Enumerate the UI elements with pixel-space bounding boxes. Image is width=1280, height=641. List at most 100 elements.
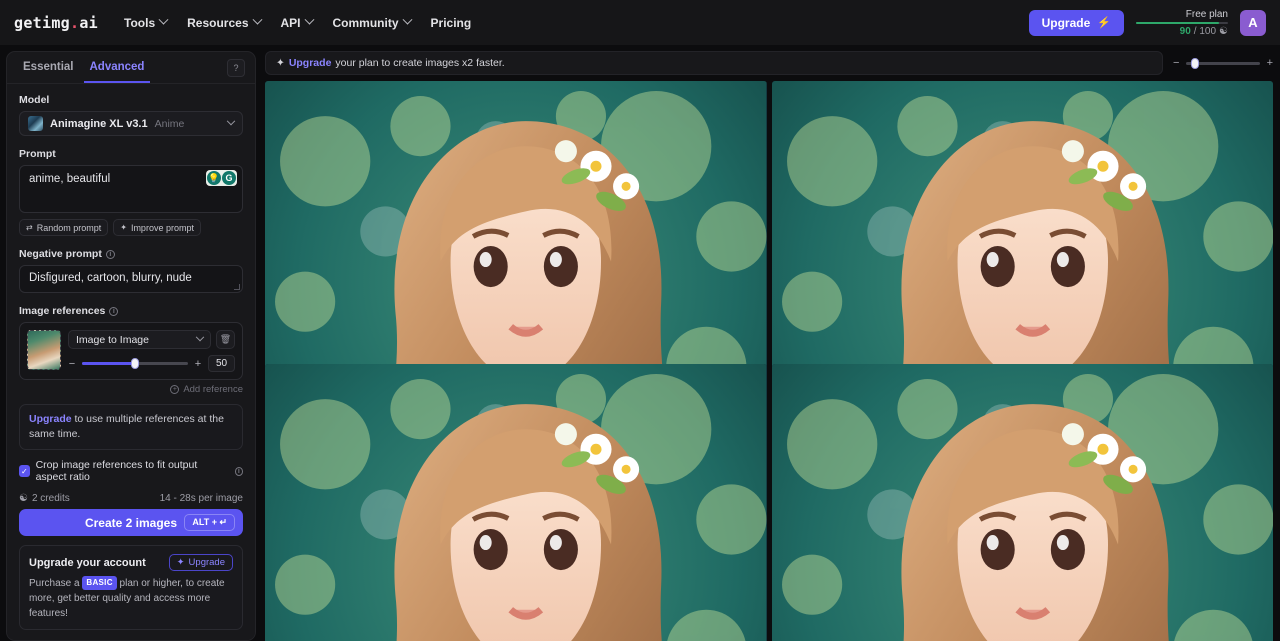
generated-image-3[interactable] — [265, 363, 767, 641]
strength-slider[interactable] — [82, 358, 188, 369]
model-label: Model — [19, 94, 50, 106]
image-results-grid — [265, 81, 1273, 641]
model-name: Animagine XL v3.1 — [50, 117, 148, 130]
crop-references-row: ✓ Crop image references to fit output as… — [19, 459, 243, 483]
model-tag: Anime — [154, 117, 185, 130]
help-button[interactable]: ? — [227, 58, 245, 77]
plan-credits-total: / 100 — [1193, 25, 1217, 37]
app-root: getimg.ai Tools Resources API Community … — [0, 0, 1280, 641]
create-images-button[interactable]: Create 2 images ALT + ↵ — [19, 509, 243, 536]
upgrade-account-card: Upgrade your account ✦ Upgrade Purchase … — [19, 545, 243, 630]
negative-prompt-input[interactable]: Disfigured, cartoon, blurry, nude — [19, 265, 243, 293]
zoom-in-button[interactable]: + — [1267, 57, 1273, 69]
settings-panel: Essential Advanced ? Model Animagine XL … — [6, 51, 256, 641]
nav-label: Pricing — [430, 15, 472, 30]
main-content: ✦ Upgrade your plan to create images x2 … — [262, 45, 1280, 641]
nav-label: API — [280, 15, 301, 30]
add-reference-button[interactable]: + Add reference — [170, 384, 243, 395]
account-text-1: Purchase a — [29, 578, 83, 589]
prompt-input[interactable]: anime, beautiful 💡 G — [19, 165, 243, 213]
prompt-value: anime, beautiful — [29, 173, 111, 185]
main-nav-items: Tools Resources API Community Pricing — [124, 14, 472, 30]
banner-text: your plan to create images x2 faster. — [335, 57, 505, 69]
crop-references-checkbox[interactable]: ✓ — [19, 465, 30, 478]
tab-advanced[interactable]: Advanced — [83, 52, 151, 83]
question-mark-icon: ? — [233, 62, 239, 73]
nav-item-api[interactable]: API — [280, 14, 314, 30]
reference-mode-select[interactable]: Image to Image — [68, 330, 211, 349]
nav-item-tools[interactable]: Tools — [124, 14, 169, 30]
bolt-icon: ✦ — [276, 57, 285, 69]
upsell-upgrade-link[interactable]: Upgrade — [29, 413, 72, 425]
random-prompt-button[interactable]: ⇄ Random prompt — [19, 219, 109, 236]
logo-text-tld: ai — [79, 13, 99, 32]
grammarly-icon[interactable]: G — [222, 171, 236, 185]
plan-usage[interactable]: Free plan 90 / 100 ☯ — [1136, 9, 1228, 37]
model-select[interactable]: Animagine XL v3.1 Anime — [19, 111, 243, 136]
tab-essential[interactable]: Essential — [17, 52, 80, 83]
site-logo[interactable]: getimg.ai — [14, 14, 98, 32]
nav-item-pricing[interactable]: Pricing — [431, 16, 472, 30]
upgrade-account-title: Upgrade your account — [29, 556, 146, 569]
image-references-label-text: Image references — [19, 305, 106, 317]
upgrade-account-header: Upgrade your account ✦ Upgrade — [29, 554, 233, 571]
info-icon[interactable]: i — [105, 249, 115, 259]
nav-item-resources[interactable]: Resources — [187, 14, 262, 30]
nav-right-cluster: Upgrade ⚡ Free plan 90 / 100 ☯ A — [1028, 9, 1266, 37]
settings-tabs: Essential Advanced ? — [7, 52, 255, 84]
plan-progress-bar — [1136, 21, 1228, 24]
logo-dot: . — [70, 13, 80, 32]
upgrade-button[interactable]: Upgrade ⚡ — [1028, 9, 1124, 36]
slider-handle[interactable] — [130, 358, 139, 369]
bolt-icon: ⚡ — [1097, 17, 1111, 29]
improve-prompt-button[interactable]: ✦ Improve prompt — [113, 219, 201, 236]
generated-image-4[interactable] — [771, 363, 1273, 641]
top-navigation-bar: getimg.ai Tools Resources API Community … — [0, 0, 1280, 45]
account-upgrade-label: Upgrade — [188, 557, 225, 568]
negative-prompt-value: Disfigured, cartoon, blurry, nude — [29, 272, 192, 284]
add-reference-label: Add reference — [183, 384, 243, 395]
chevron-down-icon — [158, 14, 169, 25]
prompt-assistant-icons: 💡 G — [206, 170, 237, 186]
shuffle-icon: ⇄ — [26, 223, 33, 232]
increment-button[interactable]: + — [194, 358, 202, 370]
lightbulb-icon[interactable]: 💡 — [207, 171, 221, 185]
zoom-slider[interactable] — [1186, 57, 1260, 69]
zoom-out-button[interactable]: − — [1173, 57, 1179, 69]
trash-icon: 🗑 — [219, 334, 232, 344]
slider-fill — [82, 362, 134, 365]
negative-prompt-label: Negative prompt i — [19, 248, 243, 260]
credits-cost: ☯ 2 credits — [19, 493, 70, 504]
improve-prompt-label: Improve prompt — [130, 222, 194, 233]
info-icon[interactable]: i — [234, 466, 243, 476]
zoom-slider-handle[interactable] — [1190, 57, 1199, 69]
decrement-button[interactable]: − — [68, 358, 76, 370]
account-upgrade-button[interactable]: ✦ Upgrade — [168, 554, 233, 571]
keyboard-shortcut-badge: ALT + ↵ — [184, 514, 235, 531]
strength-value[interactable]: 50 — [208, 355, 235, 372]
plan-credits-used: 90 — [1179, 25, 1191, 37]
coins-icon: ☯ — [19, 493, 28, 504]
sidebar-footer: ☯ 2 credits 14 - 28s per image Create 2 … — [7, 488, 255, 640]
info-icon[interactable]: i — [109, 306, 119, 316]
plus-circle-icon: + — [170, 385, 180, 394]
create-images-label: Create 2 images — [84, 515, 178, 530]
banner-upgrade-link[interactable]: Upgrade — [289, 57, 332, 69]
plan-badge-basic: BASIC — [82, 576, 117, 591]
nav-item-community[interactable]: Community — [332, 14, 412, 30]
upgrade-banner: ✦ Upgrade your plan to create images x2 … — [265, 51, 1163, 75]
credits-cost-label: 2 credits — [31, 493, 70, 504]
crop-references-label: Crop image references to fit output aspe… — [35, 459, 198, 484]
upgrade-account-text: Purchase a BASIC plan or higher, to crea… — [29, 576, 233, 621]
reference-thumbnail[interactable] — [27, 330, 61, 370]
model-thumbnail-icon — [28, 116, 43, 131]
avatar[interactable]: A — [1240, 9, 1266, 36]
nav-label: Community — [332, 15, 399, 30]
delete-reference-button[interactable]: 🗑 — [216, 330, 235, 349]
magic-wand-icon: ✦ — [120, 223, 127, 232]
add-reference-row: + Add reference — [19, 384, 243, 395]
chevron-down-icon — [402, 14, 412, 25]
chevron-down-icon — [226, 116, 236, 125]
resize-handle[interactable] — [234, 284, 240, 290]
settings-sidebar: Essential Advanced ? Model Animagine XL … — [0, 45, 262, 641]
